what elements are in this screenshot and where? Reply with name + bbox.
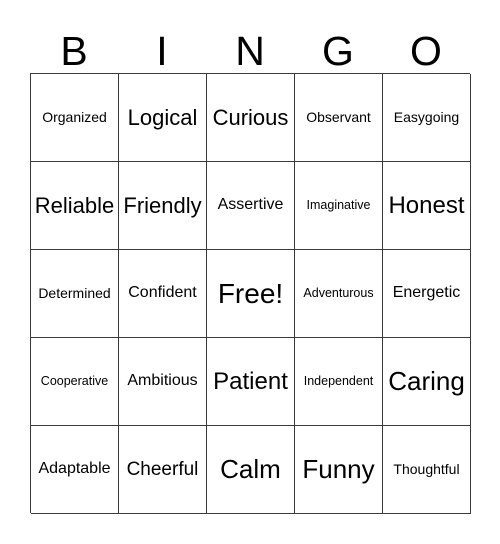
bingo-cell-label: Independent xyxy=(303,373,374,388)
bingo-cell-label: Funny xyxy=(302,453,375,484)
bingo-cell-label: Friendly xyxy=(123,192,202,218)
bingo-cell-label: Determined xyxy=(38,285,111,302)
bingo-header-letter-g: G xyxy=(322,28,354,74)
bingo-cell-label: Calm xyxy=(220,453,281,484)
bingo-cell-label: Imaginative xyxy=(306,197,371,212)
bingo-cell-b2[interactable]: Reliable xyxy=(31,162,119,250)
bingo-cell-label: Thoughtful xyxy=(393,461,460,478)
bingo-cell-g1[interactable]: Observant xyxy=(295,74,383,162)
bingo-cell-g3[interactable]: Adventurous xyxy=(295,250,383,338)
bingo-cell-i1[interactable]: Logical xyxy=(119,74,207,162)
bingo-cell-label: Ambitious xyxy=(127,372,198,390)
bingo-cell-b4[interactable]: Cooperative xyxy=(31,338,119,426)
bingo-card: B I N G O Organized Logical Curious Obse… xyxy=(0,0,500,544)
bingo-cell-label: Assertive xyxy=(217,196,284,214)
bingo-cell-i4[interactable]: Ambitious xyxy=(119,338,207,426)
bingo-grid: Organized Logical Curious Observant Easy… xyxy=(30,73,471,514)
bingo-header-letter-o: O xyxy=(410,28,442,74)
bingo-cell-free-space[interactable]: Free! xyxy=(207,250,295,338)
bingo-cell-label: Logical xyxy=(127,104,198,130)
bingo-cell-label: Reliable xyxy=(34,192,115,218)
bingo-cell-label: Observant xyxy=(306,109,371,126)
bingo-cell-label: Organized xyxy=(42,109,107,126)
bingo-cell-o2[interactable]: Honest xyxy=(383,162,471,250)
bingo-cell-i5[interactable]: Cheerful xyxy=(119,426,207,514)
bingo-cell-label: Caring xyxy=(388,365,465,396)
bingo-cell-b3[interactable]: Determined xyxy=(31,250,119,338)
bingo-header-letter-b: B xyxy=(60,28,88,74)
bingo-cell-n2[interactable]: Assertive xyxy=(207,162,295,250)
bingo-cell-label: Honest xyxy=(388,191,465,219)
bingo-cell-n4[interactable]: Patient xyxy=(207,338,295,426)
free-space-label: Free! xyxy=(217,277,284,309)
bingo-cell-label: Cooperative xyxy=(40,373,109,388)
bingo-cell-label: Cheerful xyxy=(126,458,199,480)
bingo-cell-label: Adventurous xyxy=(303,285,374,300)
bingo-cell-label: Patient xyxy=(213,367,288,395)
bingo-cell-o3[interactable]: Energetic xyxy=(383,250,471,338)
bingo-cell-o5[interactable]: Thoughtful xyxy=(383,426,471,514)
bingo-header-letters: B I N G O xyxy=(30,20,470,73)
bingo-cell-label: Energetic xyxy=(392,284,461,302)
bingo-cell-g4[interactable]: Independent xyxy=(295,338,383,426)
bingo-cell-label: Confident xyxy=(128,284,197,302)
bingo-cell-label: Adaptable xyxy=(38,460,111,478)
bingo-cell-g5[interactable]: Funny xyxy=(295,426,383,514)
bingo-cell-n1[interactable]: Curious xyxy=(207,74,295,162)
bingo-cell-b1[interactable]: Organized xyxy=(31,74,119,162)
bingo-cell-i3[interactable]: Confident xyxy=(119,250,207,338)
bingo-cell-label: Easygoing xyxy=(393,109,460,126)
bingo-cell-o1[interactable]: Easygoing xyxy=(383,74,471,162)
bingo-header-letter-n: N xyxy=(235,28,265,74)
bingo-cell-n5[interactable]: Calm xyxy=(207,426,295,514)
bingo-cell-label: Curious xyxy=(212,104,289,130)
bingo-cell-o4[interactable]: Caring xyxy=(383,338,471,426)
bingo-cell-g2[interactable]: Imaginative xyxy=(295,162,383,250)
bingo-header-letter-i: I xyxy=(156,28,168,74)
bingo-cell-i2[interactable]: Friendly xyxy=(119,162,207,250)
bingo-cell-b5[interactable]: Adaptable xyxy=(31,426,119,514)
